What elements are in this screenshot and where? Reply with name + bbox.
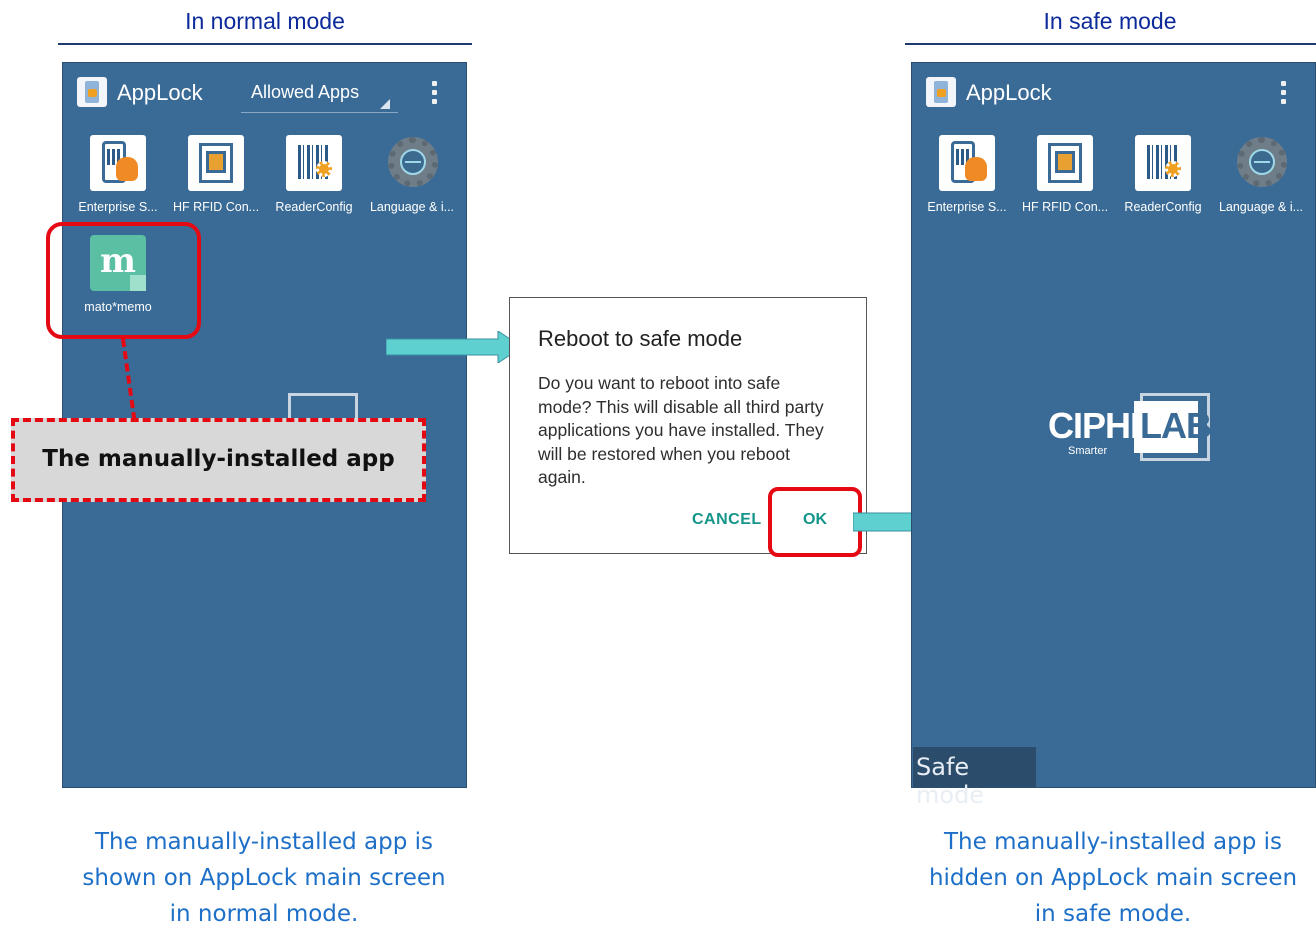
app-tile-hf-rfid[interactable]: HF RFID Con...	[167, 135, 265, 215]
language-settings-icon	[384, 135, 440, 191]
spinner-arrow-icon	[380, 99, 390, 109]
app-label: ReaderConfig	[275, 200, 353, 214]
spinner-label: Allowed Apps	[251, 82, 360, 102]
heading-normal-mode: In normal mode	[185, 8, 345, 34]
cancel-button[interactable]: CANCEL	[692, 511, 762, 529]
app-tile-language[interactable]: Language & i...	[1212, 135, 1310, 215]
app-label: ReaderConfig	[1124, 200, 1202, 214]
app-label: Enterprise S...	[78, 200, 158, 214]
caption-normal-mode: The manually-installed app is shown on A…	[54, 824, 474, 932]
highlight-ok-button	[768, 487, 862, 557]
enterprise-settings-icon	[90, 135, 146, 191]
caption-line: The manually-installed app is	[94, 829, 433, 855]
callout-text: The manually-installed app	[42, 446, 395, 472]
rfid-icon	[188, 135, 244, 191]
arrow-to-dialog-icon	[386, 331, 523, 363]
safe-mode-screen: AppLock Enterprise S... HF RFID Con... R…	[911, 62, 1316, 809]
app-label: Enterprise S...	[927, 200, 1007, 214]
caption-safe-mode: The manually-installed app is hidden on …	[903, 824, 1316, 932]
app-label: Language & i...	[369, 200, 455, 214]
caption-line: in safe mode.	[1034, 901, 1192, 927]
overflow-menu-icon[interactable]	[432, 81, 438, 105]
rfid-icon	[1037, 135, 1093, 191]
action-bar: AppLock	[912, 63, 1315, 123]
app-title: AppLock	[966, 80, 1052, 105]
app-tile-enterprise-settings[interactable]: Enterprise S...	[918, 135, 1016, 215]
caption-line: The manually-installed app is	[943, 829, 1282, 855]
app-tile-language[interactable]: Language & i...	[363, 135, 461, 215]
barcode-reader-icon	[286, 135, 342, 191]
heading-safe-rule	[905, 43, 1316, 45]
dialog-title: Reboot to safe mode	[538, 326, 743, 351]
heading-normal-rule	[58, 43, 472, 45]
app-tile-readerconfig[interactable]: ReaderConfig	[265, 135, 363, 215]
app-label: HF RFID Con...	[1021, 200, 1109, 214]
cipherlab-logo: CIPHER LAB Smarter	[1048, 393, 1218, 463]
applock-logo-icon	[77, 77, 107, 107]
safe-mode-indicator: Safe mode	[913, 747, 1036, 809]
enterprise-settings-icon	[939, 135, 995, 191]
overflow-menu-icon[interactable]	[1281, 81, 1287, 105]
applock-logo-icon	[926, 77, 956, 107]
app-title: AppLock	[117, 80, 203, 105]
caption-line: in normal mode.	[169, 901, 359, 927]
barcode-reader-icon	[1135, 135, 1191, 191]
logo-tagline: Smarter	[1068, 445, 1108, 457]
heading-safe-mode: In safe mode	[1043, 8, 1177, 34]
caption-line: hidden on AppLock main screen	[928, 865, 1298, 891]
action-bar: AppLock Allowed Apps	[63, 63, 466, 123]
dialog-message: Do you want to reboot into safe mode? Th…	[538, 373, 824, 487]
app-tile-enterprise-settings[interactable]: Enterprise S...	[69, 135, 167, 215]
highlight-manual-app	[46, 222, 201, 339]
manual-app-callout: The manually-installed app	[11, 418, 426, 502]
app-tile-readerconfig[interactable]: ReaderConfig	[1114, 135, 1212, 215]
caption-line: shown on AppLock main screen	[82, 865, 446, 891]
allowed-apps-spinner[interactable]: Allowed Apps	[241, 81, 398, 113]
app-tile-hf-rfid[interactable]: HF RFID Con...	[1016, 135, 1114, 215]
language-settings-icon	[1233, 135, 1289, 191]
app-label: Language & i...	[1218, 200, 1304, 214]
app-label: HF RFID Con...	[172, 200, 260, 214]
